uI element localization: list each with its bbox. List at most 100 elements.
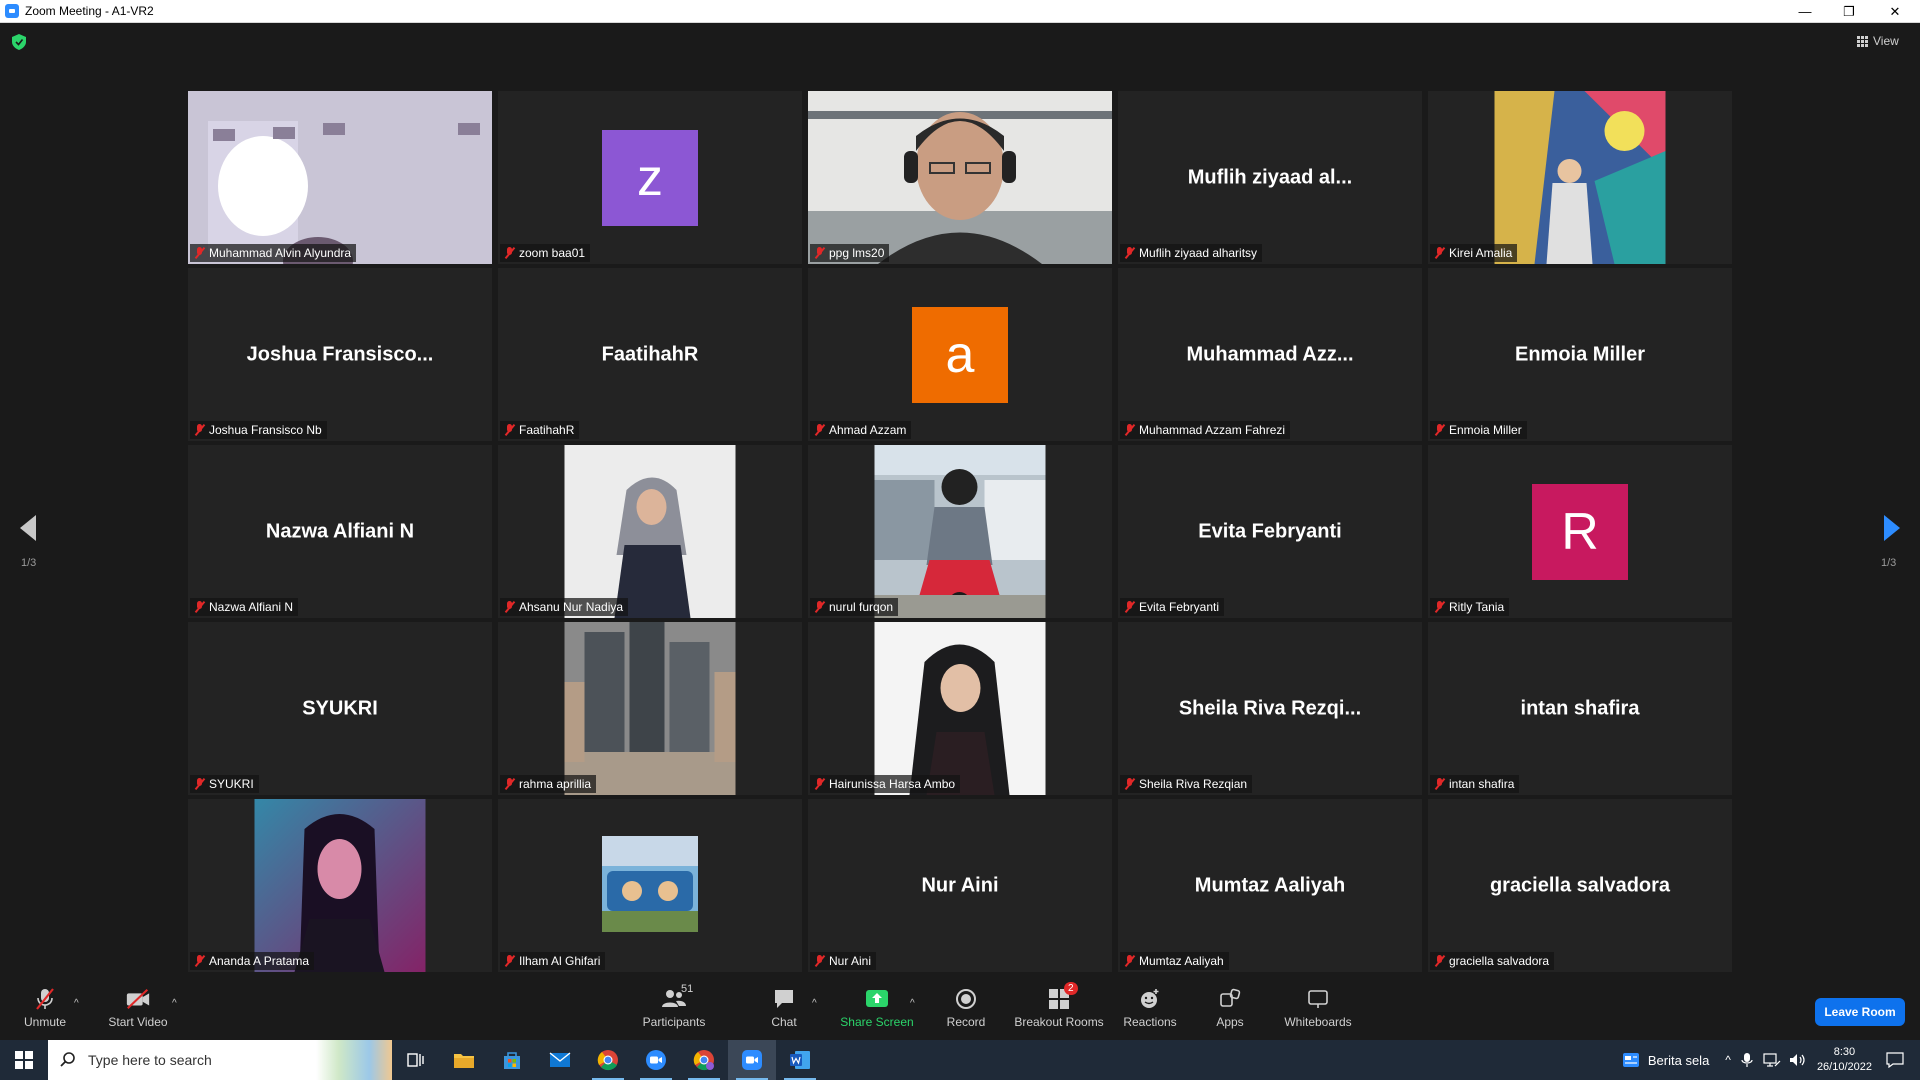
share-screen-button[interactable]: Share Screen xyxy=(838,976,916,1040)
mic-muted-icon xyxy=(1124,601,1135,613)
mic-muted-icon xyxy=(1434,601,1445,613)
breakout-rooms-button[interactable]: 2 Breakout Rooms xyxy=(1010,976,1108,1040)
taskbar-clock[interactable]: 8:30 26/10/2022 xyxy=(1817,1045,1872,1075)
participant-name: Nazwa Alfiani N xyxy=(209,600,294,614)
meeting-toolbar: Unmute ^ Start Video ^ 51 Participants C… xyxy=(0,976,1920,1040)
start-video-label: Start Video xyxy=(108,1015,168,1029)
shield-icon[interactable] xyxy=(12,34,26,50)
participant-tile[interactable]: Ahsanu Nur Nadiya xyxy=(498,445,802,618)
clock-date: 26/10/2022 xyxy=(1816,1061,1872,1073)
news-icon xyxy=(1622,1053,1639,1067)
notifications-icon[interactable] xyxy=(1886,1052,1904,1068)
participant-tile[interactable]: nurul furqon xyxy=(808,445,1112,618)
participant-tile[interactable]: Mumtaz Aaliyah Mumtaz Aaliyah xyxy=(1118,799,1422,972)
view-button[interactable]: View xyxy=(1857,34,1899,48)
zoom-meeting-taskbar-icon[interactable] xyxy=(728,1040,776,1080)
close-button[interactable]: ✕ xyxy=(1872,0,1918,23)
restore-button[interactable]: ❐ xyxy=(1826,0,1872,23)
participant-name-label: Nazwa Alfiani N xyxy=(190,598,299,616)
leave-room-button[interactable]: Leave Room xyxy=(1815,998,1905,1026)
record-label: Record xyxy=(946,1015,986,1029)
participant-tile[interactable]: Muhammad Alvin Alyundra xyxy=(188,91,492,264)
participant-name-label: Muhammad Azzam Fahrezi xyxy=(1120,421,1291,439)
network-icon[interactable] xyxy=(1763,1052,1781,1068)
chrome-profile-icon[interactable] xyxy=(680,1040,728,1080)
participant-tile[interactable]: Joshua Fransisco... Joshua Fransisco Nb xyxy=(188,268,492,441)
chat-options-caret-icon[interactable]: ^ xyxy=(812,998,817,1009)
participant-name: Evita Febryanti xyxy=(1139,600,1220,614)
participant-name-label: Evita Febryanti xyxy=(1120,598,1225,616)
participant-display-name: Muhammad Azz... xyxy=(1186,343,1354,365)
file-explorer-icon[interactable] xyxy=(440,1040,488,1080)
video-options-caret-icon[interactable]: ^ xyxy=(172,998,177,1009)
participant-tile[interactable]: Nur Aini Nur Aini xyxy=(808,799,1112,972)
participant-name: SYUKRI xyxy=(209,777,254,791)
volume-icon[interactable] xyxy=(1789,1052,1807,1068)
participant-initial-avatar: z xyxy=(602,129,698,226)
task-view-icon[interactable] xyxy=(392,1040,440,1080)
mail-icon[interactable] xyxy=(536,1040,584,1080)
next-page-arrow-icon[interactable] xyxy=(1884,515,1900,541)
search-icon xyxy=(60,1052,75,1067)
participant-tile[interactable]: Evita Febryanti Evita Febryanti xyxy=(1118,445,1422,618)
participant-tile[interactable]: Kirei Amalia xyxy=(1428,91,1732,264)
previous-page-arrow-icon[interactable] xyxy=(20,515,36,541)
microsoft-store-icon[interactable] xyxy=(488,1040,536,1080)
participant-tile[interactable]: FaatihahR FaatihahR xyxy=(498,268,802,441)
participant-name: ppg lms20 xyxy=(829,246,885,260)
word-icon[interactable] xyxy=(776,1040,824,1080)
taskbar-search-input[interactable]: Type here to search xyxy=(48,1040,392,1080)
show-hidden-icons-chevron-icon[interactable]: ^ xyxy=(1725,1053,1731,1067)
zoom-taskbar-icon[interactable] xyxy=(632,1040,680,1080)
participant-video-image xyxy=(808,91,1112,264)
participant-tile[interactable]: rahma aprillia xyxy=(498,622,802,795)
participant-video-image xyxy=(254,799,426,972)
start-button[interactable] xyxy=(0,1040,48,1080)
participant-display-name: graciella salvadora xyxy=(1489,874,1671,896)
participant-tile[interactable]: Ananda A Pratama xyxy=(188,799,492,972)
participant-tile[interactable]: R Ritly Tania xyxy=(1428,445,1732,618)
chrome-icon[interactable] xyxy=(584,1040,632,1080)
participant-tile[interactable]: Sheila Riva Rezqi... Sheila Riva Rezqian xyxy=(1118,622,1422,795)
participant-tile[interactable]: Muflih ziyaad al... Muflih ziyaad alharit… xyxy=(1118,91,1422,264)
participant-name-label: zoom baa01 xyxy=(500,244,591,262)
participant-name-label: graciella salvadora xyxy=(1430,952,1555,970)
whiteboards-button[interactable]: Whiteboards xyxy=(1282,976,1354,1040)
start-video-button[interactable]: Start Video xyxy=(106,976,170,1040)
participant-tile[interactable]: ppg lms20 xyxy=(808,91,1112,264)
participant-tile[interactable]: Ilham Al Ghifari xyxy=(498,799,802,972)
participant-display-name: FaatihahR xyxy=(601,343,699,365)
record-button[interactable]: Record xyxy=(940,976,992,1040)
participant-tile[interactable]: Muhammad Azz... Muhammad Azzam Fahrezi xyxy=(1118,268,1422,441)
participant-name: Joshua Fransisco Nb xyxy=(209,423,322,437)
participant-tile[interactable]: z zoom baa01 xyxy=(498,91,802,264)
participant-tile[interactable]: a Ahmad Azzam xyxy=(808,268,1112,441)
mic-muted-icon xyxy=(504,601,515,613)
participant-tile[interactable]: intan shafira intan shafira xyxy=(1428,622,1732,795)
unmute-button[interactable]: Unmute xyxy=(20,976,70,1040)
mic-muted-icon xyxy=(504,247,515,259)
participant-tile[interactable]: SYUKRI SYUKRI xyxy=(188,622,492,795)
participant-tile[interactable]: Enmoia Miller Enmoia Miller xyxy=(1428,268,1732,441)
participant-video-image xyxy=(564,622,736,795)
mic-muted-icon xyxy=(1434,424,1445,436)
participant-tile[interactable]: Hairunissa Harsa Ambo xyxy=(808,622,1112,795)
share-options-caret-icon[interactable]: ^ xyxy=(910,998,915,1009)
participant-tile[interactable]: graciella salvadora graciella salvadora xyxy=(1428,799,1732,972)
search-placeholder: Type here to search xyxy=(88,1052,212,1068)
participant-initial-avatar: R xyxy=(1532,483,1628,580)
reactions-button[interactable]: Reactions xyxy=(1122,976,1178,1040)
chat-button[interactable]: Chat xyxy=(764,976,804,1040)
gallery-grid-icon xyxy=(1857,35,1868,47)
participant-tile[interactable]: Nazwa Alfiani N Nazwa Alfiani N xyxy=(188,445,492,618)
participants-button[interactable]: 51 Participants xyxy=(638,976,710,1040)
participant-name-label: SYUKRI xyxy=(190,775,259,793)
audio-options-caret-icon[interactable]: ^ xyxy=(74,998,79,1009)
news-widget[interactable]: Berita sela xyxy=(1622,1052,1709,1068)
microphone-tray-icon[interactable] xyxy=(1741,1052,1753,1068)
participant-name: FaatihahR xyxy=(519,423,575,437)
participant-name-label: Sheila Riva Rezqian xyxy=(1120,775,1253,793)
minimize-button[interactable]: — xyxy=(1782,0,1828,23)
apps-button[interactable]: Apps xyxy=(1212,976,1248,1040)
participant-name-label: Mumtaz Aaliyah xyxy=(1120,952,1229,970)
